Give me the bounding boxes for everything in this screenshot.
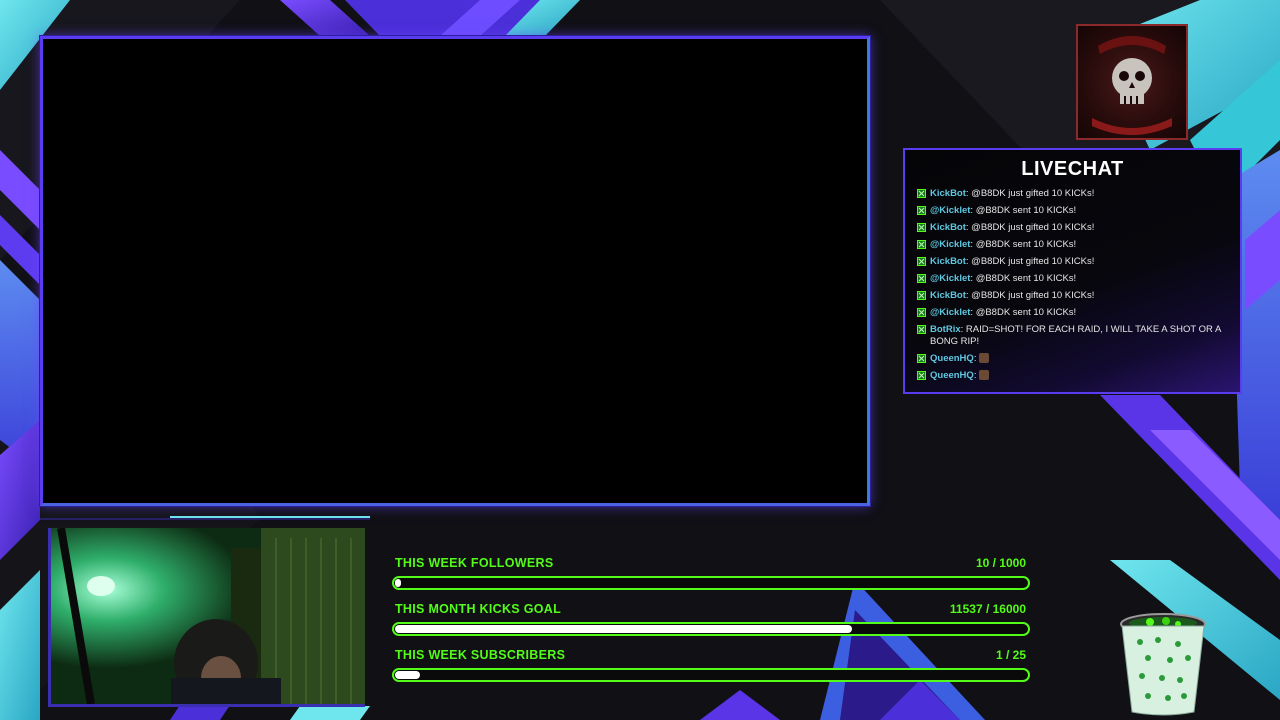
chat-text: : @B8DK just gifted 10 KICKs! [965, 256, 1095, 267]
chat-message: QueenHQ: [917, 353, 1235, 365]
goal-label: THIS WEEK SUBSCRIBERS [395, 648, 566, 662]
chat-message: KickBot: @B8DK just gifted 10 KICKs! [917, 222, 1235, 234]
goal-progress-track [392, 576, 1030, 590]
chat-text: : @B8DK just gifted 10 KICKs! [965, 290, 1095, 301]
channel-logo [1076, 24, 1188, 140]
goal-progress-track [392, 668, 1030, 682]
goal-value: 11537 / 16000 [949, 602, 1026, 616]
goal-label: THIS MONTH KICKS GOAL [395, 602, 562, 616]
goals-panel: THIS WEEK FOLLOWERS 10 / 1000 THIS MONTH… [390, 556, 1032, 694]
live-chat-panel: LIVECHAT KickBot: @B8DK just gifted 10 K… [903, 148, 1242, 394]
chat-title: LIVECHAT [1021, 158, 1124, 180]
chat-text: : @B8DK just gifted 10 KICKs! [965, 222, 1095, 233]
skull-logo-icon [1092, 36, 1172, 135]
kick-badge-icon [917, 354, 926, 363]
goal-subscribers: THIS WEEK SUBSCRIBERS 1 / 25 [390, 648, 1032, 694]
chat-username: KickBot [930, 256, 966, 267]
goal-progress-track [392, 622, 1030, 636]
chat-text: : RAID=SHOT! FOR EACH RAID, I WILL TAKE … [930, 324, 1221, 347]
chat-text: : @B8DK sent 10 KICKs! [970, 307, 1077, 318]
kick-badge-icon [917, 274, 926, 283]
kick-badge-icon [917, 206, 926, 215]
chat-message: KickBot: @B8DK just gifted 10 KICKs! [917, 256, 1235, 268]
chat-username: QueenHQ [930, 353, 974, 364]
chat-username: @Kicklet [930, 239, 971, 250]
emote-icon [979, 370, 990, 381]
goal-value: 1 / 25 [995, 648, 1026, 662]
emote-icon [979, 353, 990, 364]
chat-text: : [973, 370, 977, 381]
webcam-scene [51, 528, 365, 704]
chat-text: : @B8DK sent 10 KICKs! [970, 273, 1077, 284]
goal-followers: THIS WEEK FOLLOWERS 10 / 1000 [390, 556, 1032, 602]
chat-username: KickBot [930, 290, 966, 301]
kick-badge-icon [917, 240, 926, 249]
chat-message: QueenHQ: [917, 370, 1235, 382]
chat-message: BotRix: RAID=SHOT! FOR EACH RAID, I WILL… [917, 324, 1235, 348]
chat-username: @Kicklet [930, 273, 971, 284]
goal-label: THIS WEEK FOLLOWERS [395, 556, 554, 570]
game-capture-frame [40, 36, 870, 506]
chat-message: @Kicklet: @B8DK sent 10 KICKs! [917, 205, 1235, 217]
chat-username: @Kicklet [930, 205, 971, 216]
webcam-feed [48, 528, 365, 707]
green-bucket-icon [1120, 613, 1206, 716]
chat-message: KickBot: @B8DK just gifted 10 KICKs! [917, 188, 1235, 200]
goal-value: 10 / 1000 [975, 556, 1026, 570]
chat-message: @Kicklet: @B8DK sent 10 KICKs! [917, 273, 1235, 285]
goal-progress-fill [395, 625, 853, 633]
chat-text: : @B8DK just gifted 10 KICKs! [965, 188, 1095, 199]
goal-progress-fill [395, 671, 421, 679]
kick-badge-icon [917, 308, 926, 317]
chat-username: BotRix [930, 324, 961, 335]
chat-message-list: KickBot: @B8DK just gifted 10 KICKs! @Ki… [917, 188, 1235, 387]
chat-text: : @B8DK sent 10 KICKs! [970, 205, 1077, 216]
kick-badge-icon [917, 223, 926, 232]
chat-username: QueenHQ [930, 370, 974, 381]
chat-message: @Kicklet: @B8DK sent 10 KICKs! [917, 239, 1235, 251]
chat-text: : [973, 353, 977, 364]
goal-progress-fill [395, 579, 402, 587]
kick-badge-icon [917, 257, 926, 266]
kick-badge-icon [917, 189, 926, 198]
goal-kicks: THIS MONTH KICKS GOAL 11537 / 16000 [390, 602, 1032, 648]
chat-username: @Kicklet [930, 307, 971, 318]
chat-message: KickBot: @B8DK just gifted 10 KICKs! [917, 290, 1235, 302]
kick-badge-icon [917, 291, 926, 300]
kick-badge-icon [917, 371, 926, 380]
chat-username: KickBot [930, 188, 966, 199]
chat-text: : @B8DK sent 10 KICKs! [970, 239, 1077, 250]
chat-username: KickBot [930, 222, 966, 233]
kick-badge-icon [917, 325, 926, 334]
chat-message: @Kicklet: @B8DK sent 10 KICKs! [917, 307, 1235, 319]
